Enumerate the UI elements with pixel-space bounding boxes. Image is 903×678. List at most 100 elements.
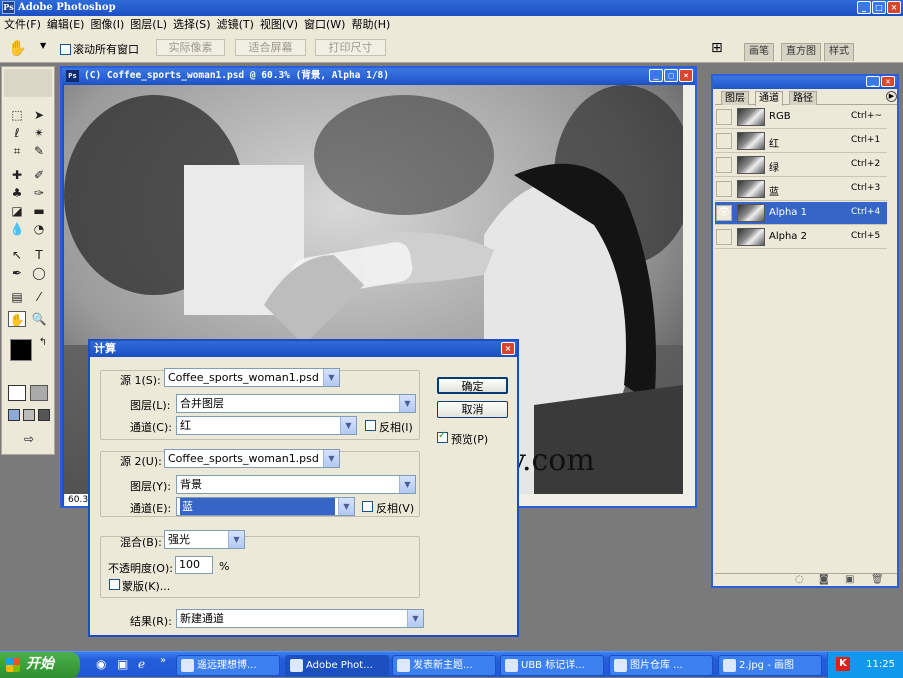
channel-row[interactable]: RGB Ctrl+~ [715,106,887,129]
menu-select[interactable]: 选择(S) [173,16,217,33]
chevron-down-icon[interactable]: ▼ [40,41,46,50]
dodge-tool-icon[interactable]: ◔ [30,221,48,237]
channel-row[interactable]: 蓝 Ctrl+3 [715,178,887,201]
tab-histogram[interactable]: 直方图 [781,43,821,61]
close-button[interactable]: × [887,1,901,14]
tray-antivirus-icon[interactable]: K [836,657,850,671]
minimize-button[interactable]: _ [857,1,871,14]
eraser-tool-icon[interactable]: ◪ [8,203,26,219]
menu-file[interactable]: 文件(F) [4,16,47,33]
brush-tool-icon[interactable]: ✐ [30,167,48,183]
zoom-tool-icon[interactable]: 🔍 [30,311,48,327]
taskbar-item[interactable]: Adobe Phot... [285,655,389,676]
quicklaunch-browser-icon[interactable]: ℯ [138,657,145,671]
visibility-eye-icon[interactable] [716,109,732,125]
blend-mode-select[interactable]: 强光 ▼ [164,530,245,549]
doc-close-button[interactable]: × [679,69,693,82]
lasso-tool-icon[interactable]: ℓ [8,125,26,141]
pen-tool-icon[interactable]: ✒ [8,265,26,281]
type-tool-icon[interactable]: T [30,247,48,263]
crop-tool-icon[interactable]: ⌗ [8,143,26,159]
scroll-all-windows-checkbox[interactable]: 滚动所有窗口 [60,41,139,57]
vertical-scrollbar[interactable] [683,85,695,494]
panel-menu-icon[interactable]: ▶ [886,91,897,102]
actual-pixels-button[interactable]: 实际像素 [156,39,225,56]
swap-colors-icon[interactable]: ↰ [34,335,52,351]
opacity-input[interactable]: 100 [175,556,213,574]
ok-button[interactable]: 确定 [437,377,508,394]
gradient-tool-icon[interactable]: ▬ [30,203,48,219]
preview-checkbox[interactable] [437,430,448,443]
palette-well-icon[interactable]: ⊞ [711,40,723,56]
visibility-eye-icon[interactable] [716,181,732,197]
visibility-eye-icon[interactable]: 👁 [716,205,732,221]
slice-tool-icon[interactable]: ✎ [30,143,48,159]
result-select[interactable]: 新建通道 ▼ [176,609,424,628]
move-tool-icon[interactable]: ➤ [30,107,48,123]
doc-maximize-button[interactable]: □ [664,69,678,82]
invert1-checkbox[interactable] [365,420,376,431]
taskbar-item[interactable]: 发表新主题... [392,655,496,676]
taskbar-item[interactable]: 图片仓库 ... [609,655,713,676]
visibility-eye-icon[interactable] [716,157,732,173]
menu-filter[interactable]: 滤镜(T) [217,16,260,33]
fit-screen-button[interactable]: 适合屏幕 [235,39,306,56]
history-brush-tool-icon[interactable]: ✑ [30,185,48,201]
cancel-button[interactable]: 取消 [437,401,508,418]
channel-row[interactable]: Alpha 2 Ctrl+5 [715,226,887,249]
standard-mode-icon[interactable] [8,385,26,401]
menu-window[interactable]: 窗口(W) [304,16,351,33]
menu-help[interactable]: 帮助(H) [351,16,396,33]
hand-tool-icon[interactable]: ✋ [8,39,27,57]
tab-styles[interactable]: 样式 [824,43,854,61]
healing-brush-tool-icon[interactable]: ✚ [8,167,26,183]
source1-select[interactable]: Coffee_sports_woman1.psd ▼ [164,368,340,387]
quicklaunch-ie-icon[interactable]: ◉ [96,657,106,671]
delete-channel-icon[interactable]: 🗑 [871,574,884,585]
doc-minimize-button[interactable]: _ [649,69,663,82]
layer2-select[interactable]: 背景 ▼ [176,475,416,494]
jump-to-imageready-icon[interactable]: ⇨ [16,431,42,447]
menu-image[interactable]: 图像(I) [90,16,130,33]
visibility-eye-icon[interactable] [716,229,732,245]
taskbar-item[interactable]: 2.jpg - 画图 [718,655,822,676]
channel-row[interactable]: 👁 Alpha 1 Ctrl+4 [715,202,887,225]
menu-view[interactable]: 视图(V) [260,16,304,33]
tab-brushes[interactable]: 画笔 [744,43,774,61]
new-channel-icon[interactable]: ▣ [845,574,854,585]
source2-select[interactable]: Coffee_sports_woman1.psd ▼ [164,449,340,468]
mask-checkbox[interactable] [109,579,120,590]
panel-close-button[interactable]: × [881,76,895,87]
load-selection-icon[interactable]: ◌ [795,574,804,585]
notes-tool-icon[interactable]: ▤ [8,289,26,305]
quicklaunch-media-icon[interactable]: ▣ [117,657,128,671]
menu-edit[interactable]: 编辑(E) [47,16,91,33]
channel2-select[interactable]: 蓝 ▼ [176,497,355,516]
save-selection-icon[interactable]: ◙ [819,574,829,585]
invert2-checkbox[interactable] [362,501,373,512]
panel-minimize-button[interactable]: _ [866,76,880,87]
maximize-button[interactable]: □ [872,1,886,14]
tab-channels[interactable]: 通道 [755,91,783,106]
layer1-select[interactable]: 合并图层 ▼ [176,394,416,413]
taskbar-item[interactable]: 遥远理想博... [176,655,280,676]
channel1-select[interactable]: 红 ▼ [176,416,357,435]
screen-mode-standard-icon[interactable] [8,409,20,421]
eyedropper-tool-icon[interactable]: ⁄ [30,289,48,305]
screen-mode-full-menu-icon[interactable] [23,409,35,421]
dialog-close-button[interactable]: × [501,342,515,355]
channel-row[interactable]: 红 Ctrl+1 [715,130,887,153]
hand-tool-icon[interactable]: ✋ [8,311,26,327]
shape-tool-icon[interactable]: ◯ [30,265,48,281]
print-size-button[interactable]: 打印尺寸 [315,39,386,56]
channel-row[interactable]: 绿 Ctrl+2 [715,154,887,177]
tab-paths[interactable]: 路径 [789,91,817,105]
menu-layer[interactable]: 图层(L) [130,16,173,33]
start-button[interactable]: 开始 [0,652,80,678]
quicklaunch-more-icon[interactable]: » [160,655,166,666]
foreground-color-swatch[interactable] [10,339,32,361]
screen-mode-full-icon[interactable] [38,409,50,421]
visibility-eye-icon[interactable] [716,133,732,149]
quickmask-mode-icon[interactable] [30,385,48,401]
path-select-tool-icon[interactable]: ↖ [8,247,26,263]
